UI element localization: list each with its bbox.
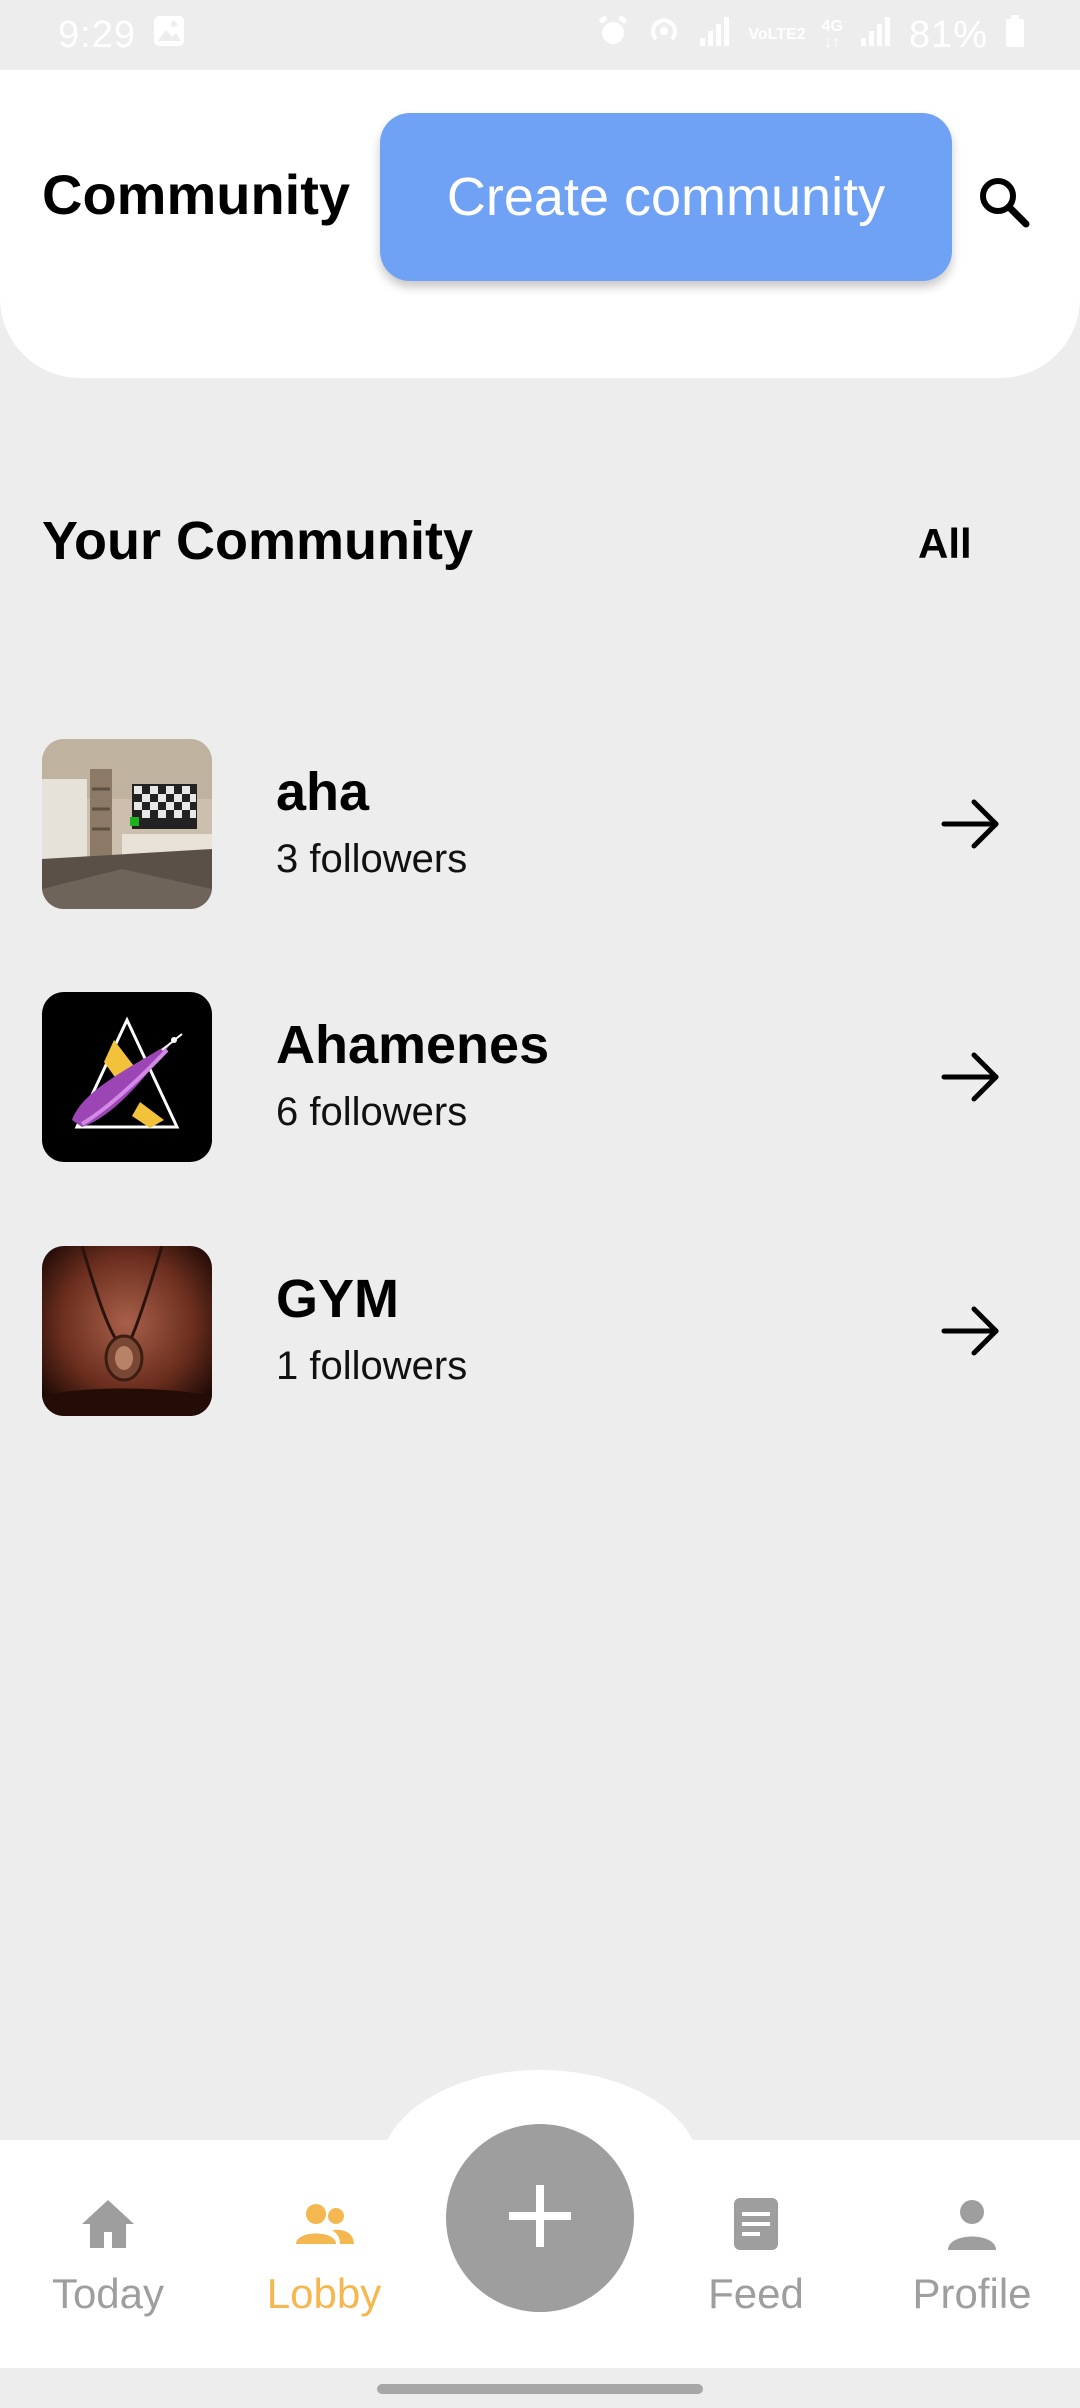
community-followers: 1 followers — [276, 1344, 468, 1388]
volte-label: VoLTE2 — [748, 26, 806, 43]
network-label: VoLTE2 — [748, 27, 805, 43]
battery-icon — [1004, 14, 1026, 57]
nav-label: Profile — [912, 2270, 1032, 2317]
gesture-area — [0, 2368, 1080, 2408]
gallery-icon — [152, 14, 186, 57]
status-left: 9:29 — [58, 14, 186, 57]
nav-label: Lobby — [266, 2270, 382, 2317]
status-bar: 9:29 VoLTE2 4G ↓↑ 81% — [0, 0, 1080, 70]
nav-lobby[interactable]: Lobby — [216, 2140, 432, 2368]
community-item-ahamenes[interactable]: Ahamenes 6 followers — [0, 992, 1080, 1162]
document-icon — [724, 2192, 788, 2256]
room-interior-image — [42, 739, 212, 909]
triangle-logo-image — [42, 992, 212, 1162]
person-icon — [940, 2192, 1004, 2256]
status-right: VoLTE2 4G ↓↑ 81% — [596, 13, 1026, 58]
nav-label: Feed — [708, 2270, 804, 2317]
home-gesture-bar[interactable] — [377, 2384, 703, 2394]
arrow-right-icon[interactable] — [938, 1298, 1004, 1364]
nav-feed[interactable]: Feed — [648, 2140, 864, 2368]
data-arrows-icon: ↓↑ — [824, 34, 841, 51]
page-title: Community — [42, 163, 350, 226]
section-title: Your Community — [42, 511, 473, 571]
community-followers: 3 followers — [276, 837, 468, 881]
network-type-label: 4G — [821, 18, 843, 35]
nav-profile[interactable]: Profile — [864, 2140, 1080, 2368]
pendant-chest-image — [42, 1246, 212, 1416]
all-link[interactable]: All — [918, 520, 972, 568]
create-community-button[interactable]: Create community — [380, 113, 952, 281]
battery-percent: 81% — [908, 13, 988, 56]
search-icon[interactable] — [974, 172, 1034, 232]
people-icon — [292, 2192, 356, 2256]
nav-label: Today — [51, 2270, 165, 2317]
signal-icon — [698, 14, 732, 57]
community-followers: 6 followers — [276, 1090, 468, 1134]
community-name: Ahamenes — [276, 1015, 550, 1075]
status-time: 9:29 — [58, 13, 136, 56]
nav-today[interactable]: Today — [0, 2140, 216, 2368]
alarm-icon — [596, 14, 630, 57]
plus-icon — [505, 2181, 575, 2256]
arrow-right-icon[interactable] — [938, 1044, 1004, 1110]
arrow-right-icon[interactable] — [938, 791, 1004, 857]
network-type: 4G ↓↑ — [822, 19, 843, 51]
home-icon — [76, 2192, 140, 2256]
community-item-aha[interactable]: aha 3 followers — [0, 739, 1080, 909]
add-fab-button[interactable] — [446, 2124, 634, 2312]
community-item-gym[interactable]: GYM 1 followers — [0, 1246, 1080, 1416]
community-name: GYM — [276, 1269, 400, 1329]
community-name: aha — [276, 762, 370, 822]
signal-icon — [859, 14, 893, 57]
hotspot-icon — [646, 13, 682, 58]
header-card: Community Create community — [0, 70, 1080, 378]
